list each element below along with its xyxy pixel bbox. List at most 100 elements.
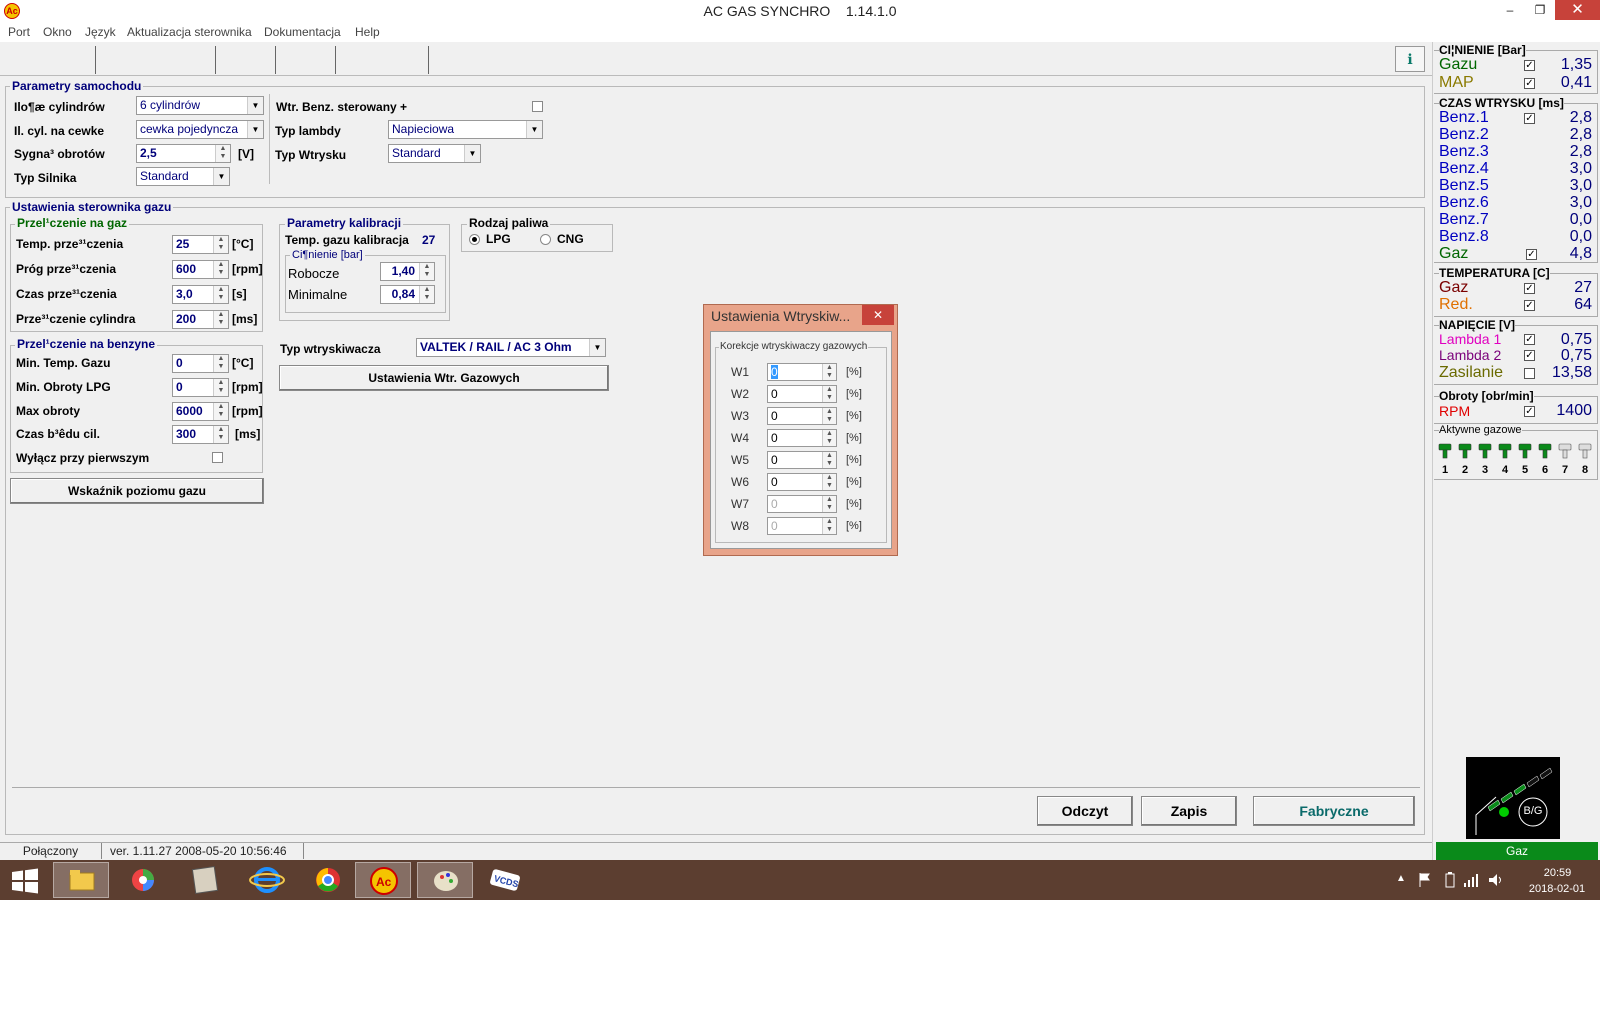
menu-help[interactable]: Help — [355, 25, 380, 39]
w3-label: W3 — [731, 409, 749, 423]
min-pressure-stepper[interactable]: 0,84 ▲ ▼ — [380, 285, 435, 304]
calib-temp-label: Temp. gazu kalibracja — [285, 233, 409, 247]
restore-button[interactable]: ❐ — [1525, 0, 1555, 20]
w7-stepper: 0 ▲ ▼ — [767, 495, 837, 513]
paint-icon[interactable] — [417, 862, 473, 898]
lambda-type-select[interactable]: Napieciowa ▼ — [388, 120, 543, 139]
chevron-down-icon[interactable]: ▼ — [247, 121, 263, 138]
menu-docs[interactable]: Dokumentacja — [264, 25, 341, 39]
pressure-gas-label: Gazu — [1439, 56, 1478, 73]
coil-select[interactable]: cewka pojedyncza ▼ — [136, 120, 264, 139]
signal-icon[interactable] — [1463, 872, 1479, 888]
min-temp-unit: [°C] — [232, 356, 254, 370]
err-time-stepper[interactable]: 300 ▲ ▼ — [172, 425, 229, 444]
cng-radio[interactable] — [540, 234, 551, 245]
chevron-down-icon[interactable]: ▼ — [247, 97, 263, 114]
w3-unit: [%] — [846, 410, 862, 422]
w1-unit: [%] — [846, 366, 862, 378]
close-button[interactable]: ✕ — [1555, 0, 1600, 20]
benz2-value: 2,8 — [1569, 126, 1592, 143]
volume-icon[interactable] — [1488, 872, 1504, 888]
pressure-title: CI¦NIENIE [Bar] — [1439, 43, 1526, 57]
first-off-checkbox[interactable] — [212, 452, 223, 463]
w2-label: W2 — [731, 387, 749, 401]
rpm-signal-label: Sygna³ obrotów — [14, 147, 105, 161]
min-rpm-stepper[interactable]: 0 ▲ ▼ — [172, 378, 229, 397]
min-temp-label: Min. Temp. Gazu — [16, 356, 111, 370]
cylinders-select[interactable]: 6 cylindrów ▼ — [136, 96, 264, 115]
menu-update[interactable]: Aktualizacja sterownika — [127, 25, 252, 39]
coil-label: Il. cyl. na cewke — [14, 124, 105, 138]
controller-title: Ustawienia sterownika gazu — [10, 200, 174, 214]
working-pressure-stepper[interactable]: 1,40 ▲ ▼ — [380, 262, 435, 281]
chevron-down-icon[interactable]: ▼ — [526, 121, 542, 138]
file-explorer-icon[interactable] — [53, 862, 109, 898]
w1-stepper[interactable]: 0 ▲ ▼ — [767, 363, 837, 381]
switch-temp-stepper[interactable]: 25 ▲ ▼ — [172, 235, 229, 254]
benz-ctrl-checkbox[interactable] — [532, 101, 543, 112]
engine-type-select[interactable]: Standard ▼ — [136, 167, 230, 186]
gas-level-button[interactable]: Wskaźnik poziomu gazu — [10, 478, 264, 504]
battery-icon[interactable] — [1445, 872, 1455, 888]
menu-port[interactable]: Port — [8, 25, 30, 39]
picasa-icon[interactable] — [115, 862, 171, 898]
switch-temp-label: Temp. prze³¹czenia — [16, 237, 124, 251]
engine-type-label: Typ Silnika — [14, 171, 77, 185]
injector-number: 5 — [1521, 464, 1529, 476]
rpm-signal-stepper[interactable]: 2,5 ▲ ▼ — [136, 144, 231, 163]
gas-injectors-settings-button[interactable]: Ustawienia Wtr. Gazowych — [279, 365, 609, 391]
min-temp-stepper[interactable]: 0 ▲ ▼ — [172, 354, 229, 373]
lambda1-label: Lambda 1 — [1439, 331, 1502, 347]
switch-leds-icon — [1475, 767, 1553, 835]
supply-label: Zasilanie — [1439, 364, 1504, 381]
clock-date[interactable]: 2018-02-01 — [1522, 883, 1592, 895]
ac-gas-synchro-icon[interactable]: Ac — [355, 862, 411, 898]
w5-stepper[interactable]: 0 ▲ ▼ — [767, 451, 837, 469]
archive-icon[interactable] — [177, 862, 233, 898]
injector-type-label: Typ wtryskiwacza — [280, 342, 381, 356]
supply-value: 13,58 — [1551, 364, 1592, 381]
benz5-value: 3,0 — [1569, 177, 1592, 194]
flag-icon[interactable] — [1418, 872, 1432, 888]
info-icon[interactable]: ℹ — [1395, 46, 1425, 72]
dialog-close-button[interactable]: ✕ — [862, 305, 894, 325]
temp-gas-value: 27 — [1574, 279, 1592, 296]
minimize-button[interactable]: ‒ — [1495, 0, 1525, 20]
w3-stepper[interactable]: 0 ▲ ▼ — [767, 407, 837, 425]
clock-time[interactable]: 20:59 — [1525, 867, 1590, 879]
factory-button[interactable]: Fabryczne — [1253, 796, 1415, 826]
w2-stepper[interactable]: 0 ▲ ▼ — [767, 385, 837, 403]
injection-type-select[interactable]: Standard ▼ — [388, 144, 481, 163]
tab-separator — [275, 46, 276, 74]
write-button[interactable]: Zapis — [1141, 796, 1237, 826]
switch-temp-unit: [°C] — [232, 237, 254, 251]
menu-okno[interactable]: Okno — [43, 25, 72, 39]
lpg-radio[interactable] — [469, 234, 480, 245]
windows-start-icon[interactable] — [10, 868, 40, 894]
w4-stepper[interactable]: 0 ▲ ▼ — [767, 429, 837, 447]
benz3-value: 2,8 — [1569, 143, 1592, 160]
svg-text:Ac: Ac — [376, 875, 392, 889]
chrome-icon[interactable] — [300, 862, 356, 898]
benz7-label: Benz.7 — [1439, 211, 1489, 228]
injection-title: CZAS WTRYSKU [ms] — [1439, 96, 1564, 110]
vcds-icon[interactable]: VCDS — [477, 862, 533, 898]
menu-jezyk[interactable]: Język — [85, 25, 116, 39]
switch-threshold-stepper[interactable]: 600 ▲ ▼ — [172, 260, 229, 279]
chevron-down-icon[interactable]: ▼ — [589, 339, 605, 356]
switch-time-label: Czas prze³¹czenia — [16, 287, 117, 301]
tab-separator — [428, 46, 429, 74]
switch-cyl-stepper[interactable]: 200 ▲ ▼ — [172, 310, 229, 329]
injector-type-select[interactable]: VALTEK / RAIL / AC 3 Ohm ▼ — [416, 338, 606, 357]
read-button[interactable]: Odczyt — [1037, 796, 1133, 826]
chevron-down-icon[interactable]: ▼ — [213, 168, 229, 185]
benz4-label: Benz.4 — [1439, 160, 1489, 177]
chevron-down-icon[interactable]: ▼ — [464, 145, 480, 162]
max-rpm-stepper[interactable]: 6000 ▲ ▼ — [172, 402, 229, 421]
w2-unit: [%] — [846, 388, 862, 400]
injector-number: 2 — [1461, 464, 1469, 476]
w6-stepper[interactable]: 0 ▲ ▼ — [767, 473, 837, 491]
internet-explorer-icon[interactable] — [239, 862, 295, 898]
chevron-up-icon[interactable]: ▲ — [1396, 873, 1406, 884]
switch-time-stepper[interactable]: 3,0 ▲ ▼ — [172, 285, 229, 304]
